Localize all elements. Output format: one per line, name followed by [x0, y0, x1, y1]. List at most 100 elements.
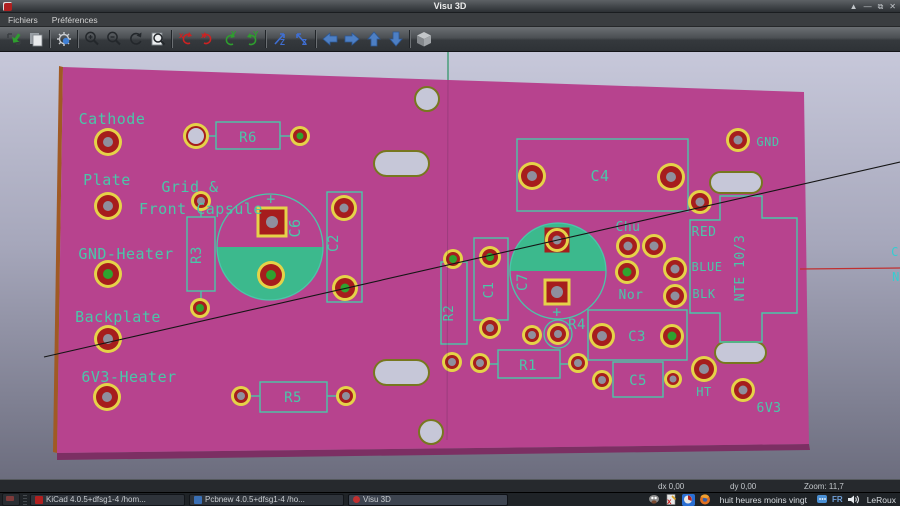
silkscreen-label: R2	[442, 305, 457, 322]
editor-icon[interactable]: x	[665, 494, 678, 506]
rotate-z-neg-button[interactable]: Z	[269, 29, 291, 50]
silkscreen-label: BLK	[692, 287, 715, 301]
silkscreen-label: R4	[568, 317, 586, 333]
move-left-button[interactable]	[319, 29, 341, 50]
pad-hole	[196, 304, 204, 312]
toolbar-separator	[171, 30, 173, 48]
ortho-view-button[interactable]	[413, 29, 435, 50]
copy-image-button[interactable]	[25, 29, 47, 50]
silkscreen-label: C1	[482, 282, 497, 299]
speaker-icon[interactable]	[847, 494, 860, 506]
messenger-icon[interactable]	[815, 494, 828, 506]
taskbar-window-visu3d[interactable]: Visu 3D	[348, 494, 508, 506]
pad-hole	[671, 265, 680, 274]
taskbar-window-pcbnew[interactable]: Pcbnew 4.0.5+dfsg1-4 /ho...	[189, 494, 344, 506]
kicad-icon	[35, 496, 43, 504]
silkscreen-label: R3	[189, 246, 205, 264]
settings-button[interactable]	[53, 29, 75, 50]
silkscreen-label: Backplate	[75, 308, 161, 326]
status-dy: dy 0,00	[730, 482, 756, 491]
session-user: LeRoux	[867, 495, 896, 505]
pad-hole	[102, 392, 112, 402]
taskbar-window-kicad[interactable]: KiCad 4.0.5+dfsg1-4 /hom...	[30, 494, 185, 506]
taskbar: KiCad 4.0.5+dfsg1-4 /hom... Pcbnew 4.0.5…	[0, 492, 900, 506]
redraw-view-button[interactable]	[125, 29, 147, 50]
pad-hole	[266, 216, 278, 228]
menu-fichiers[interactable]: Fichiers	[8, 15, 38, 25]
svg-text:Y: Y	[253, 30, 259, 39]
rotate-y-pos-button[interactable]: Y	[241, 29, 263, 50]
silkscreen-label: C6	[286, 218, 304, 237]
reload-board-button[interactable]	[3, 29, 25, 50]
pad-hole	[103, 201, 113, 211]
minimize-button[interactable]: —	[864, 0, 872, 13]
pad-hole	[650, 242, 659, 251]
pad-hole	[699, 364, 709, 374]
silkscreen-label: C7	[515, 273, 531, 291]
move-down-button[interactable]	[385, 29, 407, 50]
silkscreen-label: C	[891, 245, 899, 259]
pad-hole	[297, 133, 304, 140]
silkscreen-label: N	[892, 270, 900, 284]
rotate-y-neg-button[interactable]: Y	[219, 29, 241, 50]
pad-hole	[597, 331, 607, 341]
silkscreen-label: HT	[696, 385, 711, 399]
firefox-icon[interactable]	[699, 494, 712, 506]
pad-hole	[486, 324, 494, 332]
move-up-button[interactable]	[363, 29, 385, 50]
kicad-tray-icon[interactable]	[682, 494, 695, 506]
rotate-x-neg-button[interactable]: x	[175, 29, 197, 50]
zoom-out-button[interactable]	[103, 29, 125, 50]
silkscreen-label: Grid &	[161, 178, 218, 196]
zoom-in-button[interactable]	[81, 29, 103, 50]
status-bar: dx 0,00 dy 0,00 Zoom: 11,7	[0, 479, 900, 492]
close-button[interactable]: ✕	[889, 0, 896, 13]
silkscreen-label: Cathode	[79, 110, 146, 128]
silkscreen-label: GND	[756, 135, 779, 149]
silkscreen-label: +	[266, 190, 276, 208]
start-menu-button[interactable]	[2, 493, 20, 506]
silkscreen-label: R1	[519, 358, 537, 374]
toolbar: x x Y Y Z Z	[0, 27, 900, 52]
clock[interactable]: huit heures moins vingt	[720, 495, 807, 505]
pad-hole	[574, 359, 582, 367]
pad-hole	[666, 172, 676, 182]
rotate-z-pos-button[interactable]: Z	[291, 29, 313, 50]
silkscreen-label: C5	[629, 373, 647, 389]
silkscreen-label: C4	[590, 167, 609, 185]
rotate-x-pos-button[interactable]: x	[197, 29, 219, 50]
menu-bar: Fichiers Préférences	[0, 13, 900, 27]
pad-hole	[739, 386, 748, 395]
restore-button[interactable]: ⧉	[878, 0, 884, 13]
viewport-3d[interactable]: CathodePlateGND-HeaterBackplate6V3-Heate…	[0, 52, 900, 479]
keyboard-layout[interactable]: FR	[832, 495, 843, 504]
silkscreen-label: NTE 10/3	[733, 235, 748, 302]
toolbar-separator	[49, 30, 51, 48]
pad-hole	[527, 171, 537, 181]
pad-hole	[103, 269, 113, 279]
title-bar: Visu 3D ▲ — ⧉ ✕	[0, 0, 900, 13]
pad-hole	[623, 268, 632, 277]
pad-hole	[671, 292, 680, 301]
silkscreen-label: R5	[284, 390, 302, 406]
pad-hole	[266, 270, 276, 280]
shade-button[interactable]: ▲	[850, 0, 858, 13]
mounting-hole	[415, 87, 439, 111]
menu-preferences[interactable]: Préférences	[52, 15, 98, 25]
silkscreen-label: C3	[628, 329, 646, 345]
mounting-slot	[710, 172, 762, 193]
gimp-icon[interactable]	[648, 494, 661, 506]
silkscreen-label: RED	[692, 225, 717, 240]
move-right-button[interactable]	[341, 29, 363, 50]
status-dx: dx 0,00	[658, 482, 684, 491]
silkscreen-label: GND-Heater	[78, 245, 173, 263]
zoom-fit-button[interactable]	[147, 29, 169, 50]
silkscreen-label: BLUE	[692, 260, 723, 274]
pcbnew-icon	[194, 496, 202, 504]
pad-hole	[624, 242, 633, 251]
pad-hole	[340, 204, 349, 213]
toolbar-separator	[265, 30, 267, 48]
toolbar-separator	[409, 30, 411, 48]
svg-text:Z: Z	[280, 38, 285, 47]
pad-hole	[668, 332, 677, 341]
